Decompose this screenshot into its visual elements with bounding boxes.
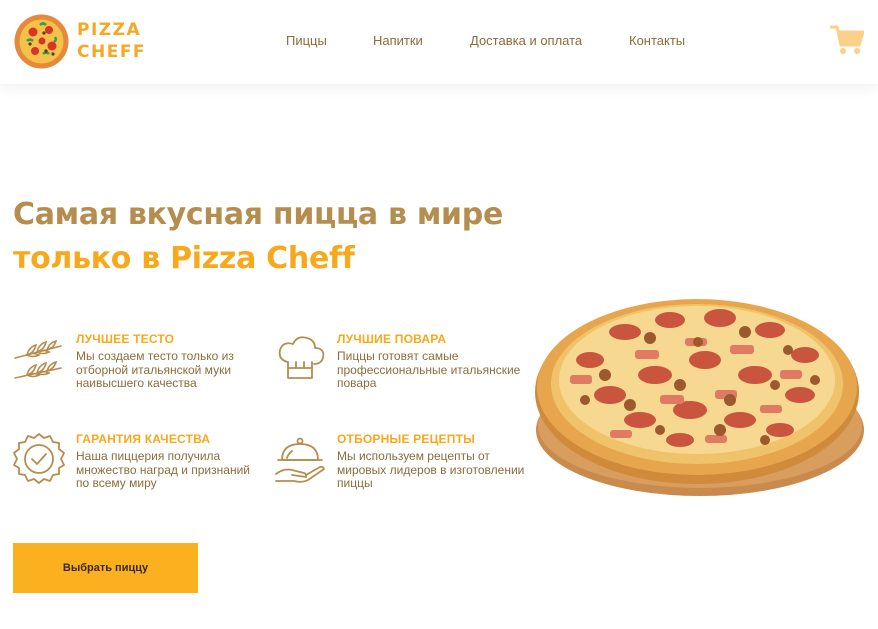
choose-pizza-button[interactable]: Выбрать пиццу (13, 543, 198, 593)
chef-hat-icon (278, 336, 325, 379)
feature-title: ЛУЧШИЕ ПОВАРА (337, 332, 447, 346)
main-nav: Пиццы Напитки Доставка и оплата Контакты (0, 32, 878, 52)
feature-title: ОТБОРНЫЕ РЕЦЕПТЫ (337, 432, 476, 446)
feature-text: Наша пиццерия получила множество наград … (76, 449, 250, 490)
feature-text: Мы используем рецепты от мировых лидеров… (337, 449, 525, 490)
pizza-image (535, 299, 864, 496)
serving-cloche-icon (275, 437, 325, 483)
feature-title: ГАРАНТИЯ КАЧЕСТВА (76, 432, 211, 446)
hero-title: Самая вкусная пицца в мире только в Pizz… (13, 193, 553, 281)
feature-text: Мы создаем тесто только из отборной итал… (76, 349, 234, 390)
site-header: PIZZA CHEFF Пиццы Напитки Доставка и опл… (0, 0, 878, 84)
nav-link-delivery[interactable]: Доставка и оплата (470, 32, 582, 50)
feature-text: Пиццы готовят самые профессиональные ита… (337, 349, 521, 390)
nav-link-contacts[interactable]: Контакты (629, 32, 685, 50)
wheat-icon (14, 339, 62, 379)
nav-link-pizzas[interactable]: Пиццы (286, 32, 327, 50)
cart-icon[interactable] (830, 24, 864, 56)
hero-title-line-1: Самая вкусная пицца в мире (13, 197, 503, 232)
nav-link-drinks[interactable]: Напитки (373, 32, 423, 50)
hero-title-line-2: только в Pizza Cheff (13, 241, 355, 276)
feature-title: ЛУЧШЕЕ ТЕСТО (76, 332, 175, 346)
quality-badge-icon (13, 433, 65, 484)
